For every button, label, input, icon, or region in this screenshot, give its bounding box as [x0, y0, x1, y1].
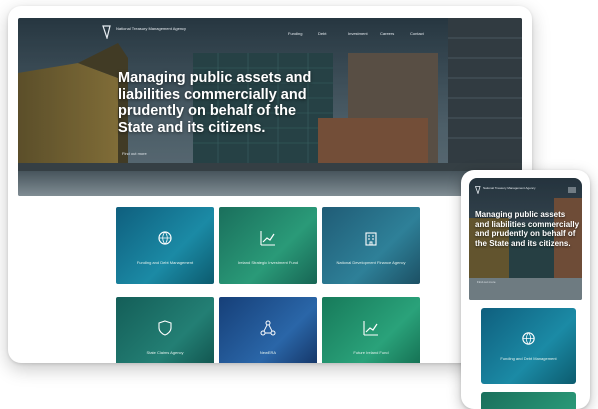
- nav-item-funding[interactable]: Funding: [288, 31, 302, 36]
- globe-arrows-icon: [158, 231, 172, 245]
- mobile-tile-funding-debt[interactable]: Funding and Debt Management: [481, 308, 576, 384]
- tile-label: Ireland Strategic Investment Fund: [237, 260, 299, 265]
- harp-logo-icon[interactable]: [475, 186, 481, 194]
- device-mockup-showcase: National Treasury Management Agency Fund…: [0, 0, 598, 409]
- nav-item-careers[interactable]: Careers: [380, 31, 394, 36]
- tile-ndfa[interactable]: National Development Finance Agency: [322, 207, 420, 284]
- tile-state-claims[interactable]: State Claims Agency: [116, 297, 214, 363]
- harp-logo-icon[interactable]: [102, 25, 112, 39]
- tile-label: National Development Finance Agency: [336, 260, 406, 265]
- shield-icon: [158, 320, 172, 336]
- tile-label: State Claims Agency: [146, 350, 184, 355]
- mobile-tile-next[interactable]: [481, 392, 576, 409]
- tile-isif[interactable]: Ireland Strategic Investment Fund: [219, 207, 317, 284]
- tile-label: Future Ireland Fund: [353, 350, 389, 355]
- tile-newera[interactable]: NewERA: [219, 297, 317, 363]
- growth-chart-icon: [363, 321, 378, 336]
- hero-link[interactable]: Find out more: [122, 151, 147, 156]
- top-navigation: National Treasury Management Agency Fund…: [18, 18, 522, 44]
- nav-item-investment[interactable]: Investment: [348, 31, 368, 36]
- mobile-hero-link[interactable]: Find out more: [477, 280, 496, 284]
- mobile-hero-headline: Managing public assets and liabilities c…: [475, 210, 580, 248]
- network-icon: [260, 320, 276, 336]
- tile-future-ireland-fund[interactable]: Future Ireland Fund: [322, 297, 420, 363]
- tile-label: Funding and Debt Management: [136, 260, 194, 265]
- nav-item-contact[interactable]: Contact: [410, 31, 424, 36]
- logo-text: National Treasury Management Agency: [116, 26, 187, 31]
- nav-item-debt[interactable]: Debt: [318, 31, 326, 36]
- mobile-hero-banner: National Treasury Management Agency Mana…: [469, 178, 582, 300]
- growth-chart-icon: [260, 231, 275, 246]
- building-icon: [365, 232, 377, 246]
- tile-label: Funding and Debt Management: [500, 356, 557, 361]
- mobile-mockup: National Treasury Management Agency Mana…: [461, 170, 590, 409]
- tile-label: NewERA: [259, 350, 277, 355]
- desktop-mockup: National Treasury Management Agency Fund…: [8, 6, 532, 363]
- hero-banner: National Treasury Management Agency Fund…: [18, 18, 522, 196]
- mobile-logo-text: National Treasury Management Agency: [483, 186, 536, 190]
- globe-arrows-icon: [522, 332, 535, 345]
- tile-funding-debt[interactable]: Funding and Debt Management: [116, 207, 214, 284]
- hero-headline: Managing public assets and liabilities c…: [118, 70, 312, 136]
- hamburger-menu-icon[interactable]: [568, 187, 576, 193]
